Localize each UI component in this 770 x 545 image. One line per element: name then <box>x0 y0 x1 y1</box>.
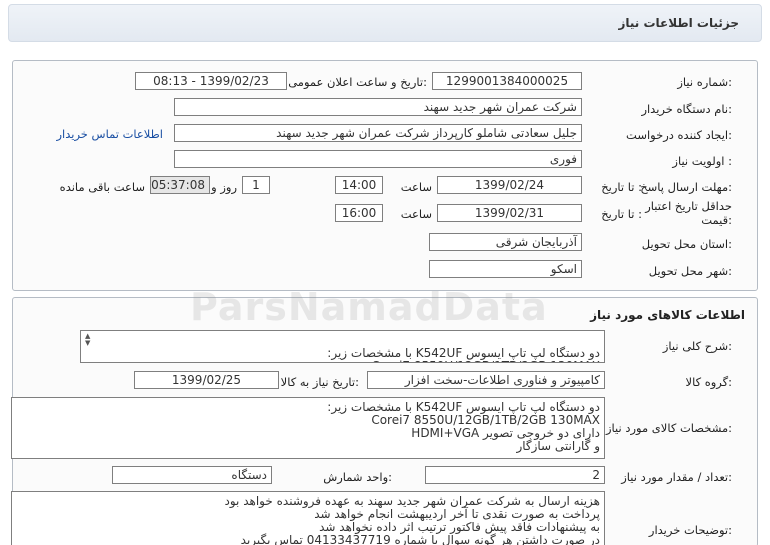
unit-field: دستگاه <box>112 466 272 484</box>
need-info-panel: شماره نیاز: 1299001384000025 تاریخ و ساع… <box>12 60 758 291</box>
page-header: جزئیات اطلاعات نیاز <box>8 4 762 42</box>
announce-label: تاریخ و ساعت اعلان عمومی: <box>288 75 427 89</box>
need-date-field: 1399/02/25 <box>134 371 279 389</box>
priority-label: اولویت نیاز : <box>672 154 732 168</box>
deadline-to-label: تا تاریخ : <box>601 180 642 194</box>
summary-field[interactable]: دو دستگاه لپ تاپ ایسوس K542UF با مشخصات … <box>80 330 605 363</box>
deadline-time-label: ساعت <box>400 180 432 194</box>
need-number-field: 1299001384000025 <box>432 72 582 90</box>
priority-field: فوری <box>174 150 582 168</box>
province-label: استان محل تحویل: <box>641 237 732 251</box>
remaining-label: ساعت باقی مانده <box>59 180 145 194</box>
quantity-label: تعداد / مقدار مورد نیاز: <box>621 470 732 484</box>
buyer-notes-field: هزینه ارسال به شرکت عمران شهر جدید سهند … <box>11 491 605 545</box>
quantity-field: 2 <box>425 466 605 484</box>
buyer-contact-link[interactable]: اطلاعات تماس خریدار <box>56 127 163 141</box>
notes-label: توضیحات خریدار: <box>648 523 732 537</box>
goods-group-field: کامپیوتر و فناوری اطلاعات-سخت افزار <box>367 371 605 389</box>
creator-label: ایجاد کننده درخواست: <box>626 128 732 142</box>
creator-field: جلیل سعادتی شاملو کارپرداز شرکت عمران شه… <box>174 124 582 142</box>
deadline-date-field: 1399/02/24 <box>437 176 582 194</box>
scroll-arrows-icon[interactable]: ▲ ▼ <box>85 333 90 347</box>
goods-info-panel: اطلاعات کالاهای مورد نیاز شرح کلی نیاز: … <box>11 297 758 545</box>
summary-text: دو دستگاه لپ تاپ ایسوس K542UF با مشخصات … <box>327 346 600 363</box>
remaining-time-field: 05:37:08 <box>150 176 210 194</box>
deadline-label: مهلت ارسال پاسخ: <box>640 180 732 194</box>
province-field: آذربایجان شرقی <box>429 233 582 251</box>
buyer-org-field: شرکت عمران شهر جدید سهند <box>174 98 582 116</box>
city-field: اسکو <box>429 260 582 278</box>
validity-time-label: ساعت <box>400 207 432 221</box>
spec-field: دو دستگاه لپ تاپ ایسوس K542UF با مشخصات … <box>11 397 605 459</box>
validity-to-label: تا تاریخ : <box>601 207 642 221</box>
goods-group-label: گروه کالا: <box>685 375 732 389</box>
spec-label: مشخصات کالای مورد نیاز: <box>605 421 732 435</box>
days-label: روز و <box>211 180 237 194</box>
need-date-label: تاریخ نیاز به کالا: <box>280 375 359 389</box>
days-remaining-field: 1 <box>242 176 270 194</box>
need-number-label: شماره نیاز: <box>677 75 732 89</box>
page-title: جزئیات اطلاعات نیاز <box>618 16 739 30</box>
city-label: شهر محل تحویل: <box>648 264 732 278</box>
summary-label: شرح کلی نیاز: <box>662 339 732 353</box>
validity-time-field: 16:00 <box>335 204 383 222</box>
unit-label: واحد شمارش: <box>323 470 392 484</box>
deadline-time-field: 14:00 <box>335 176 383 194</box>
validity-date-field: 1399/02/31 <box>437 204 582 222</box>
announce-datetime-field: 1399/02/23 - 08:13 <box>135 72 287 90</box>
goods-section-title: اطلاعات کالاهای مورد نیاز <box>590 308 745 322</box>
buyer-org-label: نام دستگاه خریدار: <box>641 102 732 116</box>
